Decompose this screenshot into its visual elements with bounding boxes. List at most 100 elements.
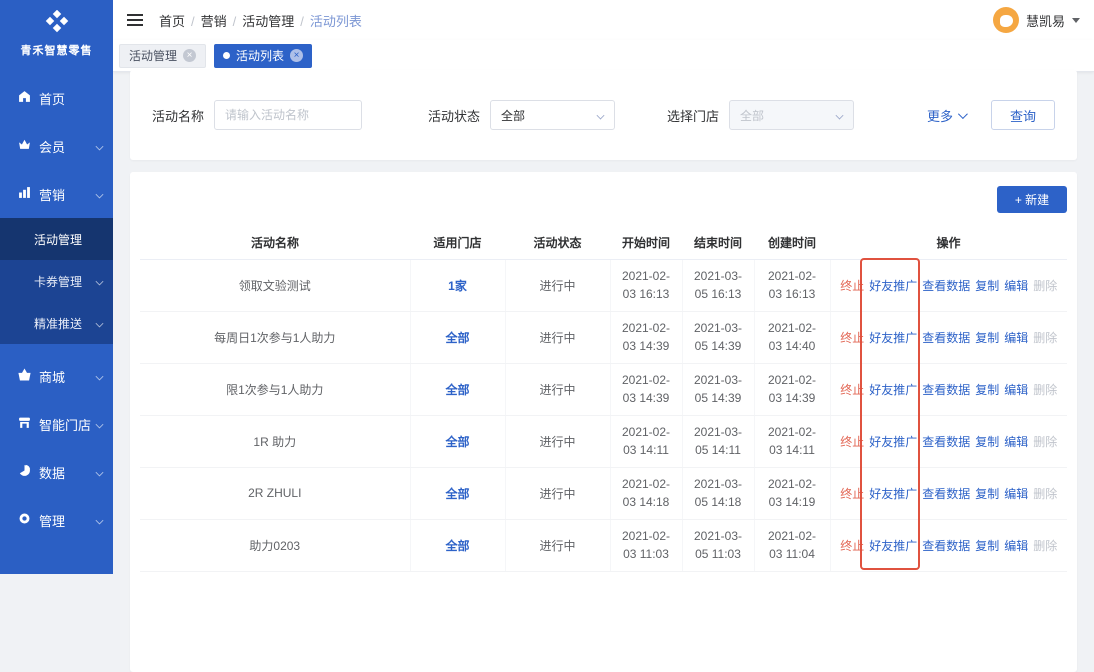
operations-cell: 终止 好友推广 查看数据 复制 编辑 删除 [830,415,1067,468]
edit-link[interactable]: 编辑 [1004,537,1028,554]
search-button[interactable]: 查询 [991,100,1055,130]
close-icon[interactable]: × [290,49,304,62]
basket-icon [18,368,31,384]
view-data-link[interactable]: 查看数据 [922,329,970,346]
friend-promotion-link[interactable]: 好友推广 [869,381,917,398]
store-link[interactable]: 全部 [445,539,469,553]
copy-link[interactable]: 复制 [975,329,999,346]
activity-status-select[interactable]: 全部 [490,100,616,130]
chevron-down-icon [95,468,104,476]
store-link[interactable]: 全部 [445,487,469,501]
created-time-cell: 2021-02-03 14:40 [754,311,831,364]
table-row: 1R 助力 全部 进行中 2021-02-03 14:11 2021-03-05… [140,415,1067,468]
sidebar-item-admin[interactable]: 管理 [0,496,113,544]
edit-link[interactable]: 编辑 [1004,381,1028,398]
view-data-link[interactable]: 查看数据 [922,277,970,294]
delete-link: 删除 [1033,486,1058,501]
friend-promotion-link[interactable]: 好友推广 [869,433,917,450]
activity-name-label: 活动名称 [152,108,205,124]
sidebar-item-activity-management[interactable]: 活动管理 [0,218,113,260]
avatar [992,7,1019,33]
copy-link[interactable]: 复制 [975,537,999,554]
sidebar-nav: 首页 会员 营销 活动管理 卡券管理 精准推送 商城 智能门店 数据 管理 [0,74,113,544]
breadcrumb-marketing[interactable]: 营销 [201,11,237,30]
terminate-link[interactable]: 终止 [840,485,864,502]
breadcrumb-activity-list: 活动列表 [309,13,362,29]
edit-link[interactable]: 编辑 [1004,277,1028,294]
store-link[interactable]: 全部 [445,383,469,397]
edit-link[interactable]: 编辑 [1004,329,1028,346]
terminate-link[interactable]: 终止 [840,329,864,346]
status-cell: 进行中 [505,467,611,520]
table-row: 领取文验测试 1家 进行中 2021-02-03 16:13 2021-03-0… [140,259,1067,312]
view-data-link[interactable]: 查看数据 [922,537,970,554]
store-link[interactable]: 1家 [448,279,467,293]
friend-promotion-link[interactable]: 好友推广 [869,485,917,502]
status-cell: 进行中 [505,415,611,468]
sidebar-item-precise-push[interactable]: 精准推送 [0,302,113,344]
view-data-link[interactable]: 查看数据 [922,485,970,502]
breadcrumb: 首页 营销 活动管理 活动列表 [159,11,362,30]
user-menu[interactable]: 慧凯易 [992,7,1080,33]
brand-name: 青禾智慧零售 [20,45,93,57]
sidebar-item-data[interactable]: 数据 [0,448,113,496]
store-link[interactable]: 全部 [445,435,469,449]
edit-link[interactable]: 编辑 [1004,485,1028,502]
copy-link[interactable]: 复制 [975,433,999,450]
activity-name-input[interactable] [214,100,363,130]
sidebar-item-marketing[interactable]: 营销 [0,170,113,218]
copy-link[interactable]: 复制 [975,485,999,502]
terminate-link[interactable]: 终止 [840,381,864,398]
sidebar-item-member[interactable]: 会员 [0,122,113,170]
create-button[interactable]: + 新建 [997,186,1067,213]
friend-promotion-link[interactable]: 好友推广 [869,329,917,346]
col-operations: 操作 [830,227,1067,260]
view-data-link[interactable]: 查看数据 [922,433,970,450]
copy-link[interactable]: 复制 [975,277,999,294]
more-filters-link[interactable]: 更多 [927,106,968,125]
sidebar-item-smart-store[interactable]: 智能门店 [0,400,113,448]
store-cell: 全部 [410,467,506,520]
operations-cell: 终止 好友推广 查看数据 复制 编辑 删除 [830,363,1067,416]
activity-name-cell: 1R 助力 [140,415,411,468]
store-link[interactable]: 全部 [445,331,469,345]
friend-promotion-link[interactable]: 好友推广 [869,537,917,554]
sidebar-item-coupon-management[interactable]: 卡券管理 [0,260,113,302]
activity-name-cell: 每周日1次参与1人助力 [140,311,411,364]
status-cell: 进行中 [505,311,611,364]
active-dot [223,52,231,59]
store-select[interactable]: 全部 [729,100,855,130]
chevron-down-icon [95,277,104,285]
close-icon[interactable]: × [183,49,197,62]
start-time-cell: 2021-02-03 14:18 [610,467,683,520]
pie-icon [18,464,31,480]
terminate-link[interactable]: 终止 [840,537,864,554]
breadcrumb-home[interactable]: 首页 [159,11,195,30]
chevron-down-icon [835,111,844,119]
logo: 青禾智慧零售 [0,0,113,58]
collapse-menu-icon[interactable] [127,13,143,27]
activity-name-cell: 领取文验测试 [140,259,411,312]
sidebar-item-mall[interactable]: 商城 [0,352,113,400]
end-time-cell: 2021-03-05 16:13 [682,259,755,312]
status-cell: 进行中 [505,259,611,312]
start-time-cell: 2021-02-03 14:39 [610,363,683,416]
delete-link: 删除 [1033,330,1058,345]
delete-link: 删除 [1033,434,1058,449]
table-row: 2R ZHULI 全部 进行中 2021-02-03 14:18 2021-03… [140,467,1067,520]
friend-promotion-link[interactable]: 好友推广 [869,277,917,294]
chevron-down-icon [95,190,104,198]
edit-link[interactable]: 编辑 [1004,433,1028,450]
store-cell: 全部 [410,415,506,468]
tab-activity-list[interactable]: 活动列表 × [214,43,313,68]
terminate-link[interactable]: 终止 [840,277,864,294]
copy-link[interactable]: 复制 [975,381,999,398]
sidebar-item-home[interactable]: 首页 [0,74,113,122]
terminate-link[interactable]: 终止 [840,433,864,450]
activity-name-cell: 2R ZHULI [140,467,411,520]
view-data-link[interactable]: 查看数据 [922,381,970,398]
status-cell: 进行中 [505,519,611,572]
tab-activity-management[interactable]: 活动管理 × [119,43,207,68]
breadcrumb-activity-management[interactable]: 活动管理 [242,11,304,30]
start-time-cell: 2021-02-03 11:03 [610,519,683,572]
